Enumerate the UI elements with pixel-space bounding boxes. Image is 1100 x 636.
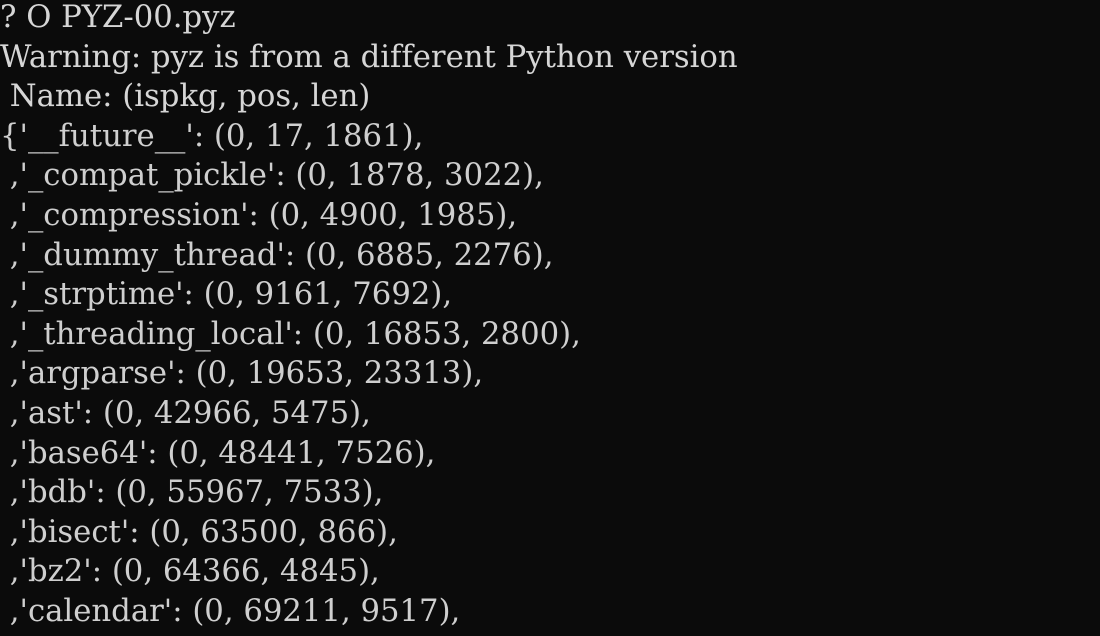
archive-entry-line: ,'ast': (0, 42966, 5475), (0, 394, 371, 431)
terminal-warning-line: Warning: pyz is from a different Python … (0, 38, 738, 75)
archive-entry-line: ,'calendar': (0, 69211, 9517), (0, 592, 461, 629)
archive-entry-line: ,'_strptime': (0, 9161, 7692), (0, 276, 453, 313)
archive-entry-line: {'__future__': (0, 17, 1861), (0, 117, 424, 154)
archive-entry-line: ,'bz2': (0, 64366, 4845), (0, 553, 380, 590)
archive-entry-line: ,'_dummy_thread': (0, 6885, 2276), (0, 236, 554, 273)
terminal-table-header: Name: (ispkg, pos, len) (0, 78, 371, 115)
terminal-command-line: ? O PYZ-00.pyz (0, 0, 236, 35)
archive-entry-list: {'__future__': (0, 17, 1861), ,'_compat_… (0, 117, 1100, 632)
archive-entry-line: ,'_compat_pickle': (0, 1878, 3022), (0, 157, 544, 194)
archive-entry-line: ,'argparse': (0, 19653, 23313), (0, 355, 484, 392)
terminal-screen[interactable]: ? O PYZ-00.pyz Warning: pyz is from a di… (0, 0, 1100, 632)
archive-entry-line: ,'base64': (0, 48441, 7526), (0, 434, 436, 471)
archive-entry-line: ,'bisect': (0, 63500, 866), (0, 513, 398, 550)
archive-entry-line: ,'_compression': (0, 4900, 1985), (0, 196, 518, 233)
terminal-window[interactable]: ? O PYZ-00.pyz Warning: pyz is from a di… (0, 0, 1100, 636)
archive-entry-line: ,'bdb': (0, 55967, 7533), (0, 474, 384, 511)
archive-entry-line: ,'_threading_local': (0, 16853, 2800), (0, 315, 581, 352)
